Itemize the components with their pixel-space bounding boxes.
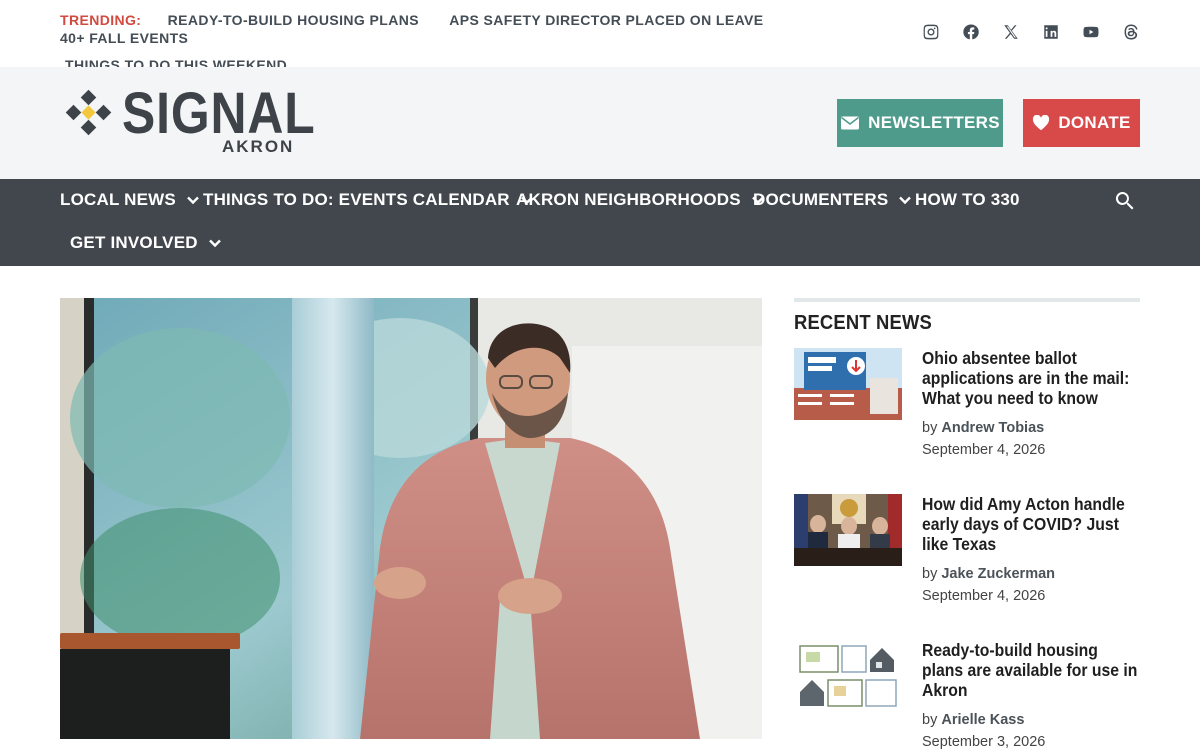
logo-wordmark: SIGNAL <box>122 81 316 146</box>
story-body: Ohio absentee ballot applications are in… <box>922 348 1140 461</box>
recent-news-sidebar: RECENT NEWS Ohio absentee ballot applica… <box>794 298 1140 750</box>
nav-item-events-calendar[interactable]: THINGS TO DO: EVENTS CALENDAR <box>203 190 534 210</box>
search-icon <box>1115 192 1134 210</box>
nav-item-local-news[interactable]: LOCAL NEWS <box>60 190 200 210</box>
logo-mark-icon <box>65 89 112 136</box>
trending-label: TRENDING: <box>60 12 142 28</box>
newsletters-label: NEWSLETTERS <box>868 113 1000 132</box>
nav-item-get-involved[interactable]: GET INVOLVED <box>70 233 222 253</box>
speaker-photo <box>60 298 762 739</box>
story-date: September 4, 2026 <box>922 442 1046 458</box>
story-author-link[interactable]: Jake Zuckerman <box>941 566 1055 582</box>
donate-label: DONATE <box>1058 113 1131 132</box>
chevron-down-icon <box>187 196 199 205</box>
trending-link-aps-safety[interactable]: APS SAFETY DIRECTOR PLACED ON LEAVE <box>449 11 763 29</box>
nav-item-akron-neighborhoods[interactable]: AKRON NEIGHBORHOODS <box>516 190 765 210</box>
trending-link-fall-events[interactable]: 40+ FALL EVENTS <box>60 29 188 47</box>
newsletters-button[interactable]: NEWSLETTERS <box>837 99 1003 147</box>
main-nav: LOCAL NEWS THINGS TO DO: EVENTS CALENDAR… <box>0 179 1200 266</box>
nav-item-how-to-330[interactable]: HOW TO 330 <box>915 190 1020 210</box>
nav-item-label: HOW TO 330 <box>915 190 1020 209</box>
search-button[interactable] <box>1113 189 1139 215</box>
nav-item-documenters[interactable]: DOCUMENTERS <box>753 190 912 210</box>
logo-subtitle: AKRON <box>222 137 295 156</box>
chevron-down-icon <box>899 196 912 205</box>
heart-icon <box>1033 115 1050 131</box>
nav-item-label: DOCUMENTERS <box>753 190 889 209</box>
site-header: SIGNAL AKRON NEWSLETTERS DONATE <box>0 67 1200 179</box>
story-date: September 3, 2026 <box>922 734 1046 750</box>
byline-prefix: by <box>922 566 938 582</box>
story-headline-link[interactable]: Ohio absentee ballot applications are in… <box>922 348 1138 408</box>
byline-prefix: by <box>922 712 938 728</box>
story-byline: by Andrew Tobias <box>922 417 1140 439</box>
donate-button[interactable]: DONATE <box>1023 99 1140 147</box>
story-author-link[interactable]: Andrew Tobias <box>941 420 1044 436</box>
nav-item-label: AKRON NEIGHBORHOODS <box>516 190 741 209</box>
facebook-icon[interactable] <box>962 22 980 42</box>
social-links <box>922 22 1140 42</box>
threads-icon[interactable] <box>1122 22 1140 42</box>
nav-item-label: GET INVOLVED <box>70 233 198 252</box>
sidebar-divider <box>794 298 1140 302</box>
site-logo[interactable]: SIGNAL AKRON <box>62 83 315 157</box>
nav-item-label: THINGS TO DO: EVENTS CALENDAR <box>203 190 510 209</box>
story-thumbnail-housing[interactable] <box>794 640 902 712</box>
top-bar: TRENDING: READY-TO-BUILD HOUSING PLANS A… <box>0 0 1200 73</box>
story-headline-link[interactable]: Ready-to-build housing plans are availab… <box>922 640 1138 700</box>
nav-item-label: LOCAL NEWS <box>60 190 176 209</box>
chevron-down-icon <box>208 239 221 248</box>
linkedin-icon[interactable] <box>1042 22 1060 42</box>
story-byline: by Jake Zuckerman <box>922 563 1140 585</box>
youtube-icon[interactable] <box>1082 22 1100 42</box>
story-body: Ready-to-build housing plans are availab… <box>922 640 1140 750</box>
byline-prefix: by <box>922 420 938 436</box>
story-thumbnail-covid[interactable] <box>794 494 902 566</box>
envelope-icon <box>841 116 860 130</box>
story-thumbnail-ballot[interactable] <box>794 348 902 420</box>
story-byline: by Arielle Kass <box>922 709 1140 731</box>
featured-story-image[interactable] <box>60 298 762 739</box>
story-date: September 4, 2026 <box>922 588 1046 604</box>
story-author-link[interactable]: Arielle Kass <box>941 712 1024 728</box>
instagram-icon[interactable] <box>922 22 940 42</box>
trending-bar: TRENDING: READY-TO-BUILD HOUSING PLANS A… <box>60 11 860 74</box>
trending-link-housing-plans[interactable]: READY-TO-BUILD HOUSING PLANS <box>168 11 419 29</box>
story-headline-link[interactable]: How did Amy Acton handle early days of C… <box>922 494 1138 554</box>
x-icon[interactable] <box>1002 22 1020 42</box>
story-body: How did Amy Acton handle early days of C… <box>922 494 1140 607</box>
sidebar-title: RECENT NEWS <box>794 312 932 334</box>
